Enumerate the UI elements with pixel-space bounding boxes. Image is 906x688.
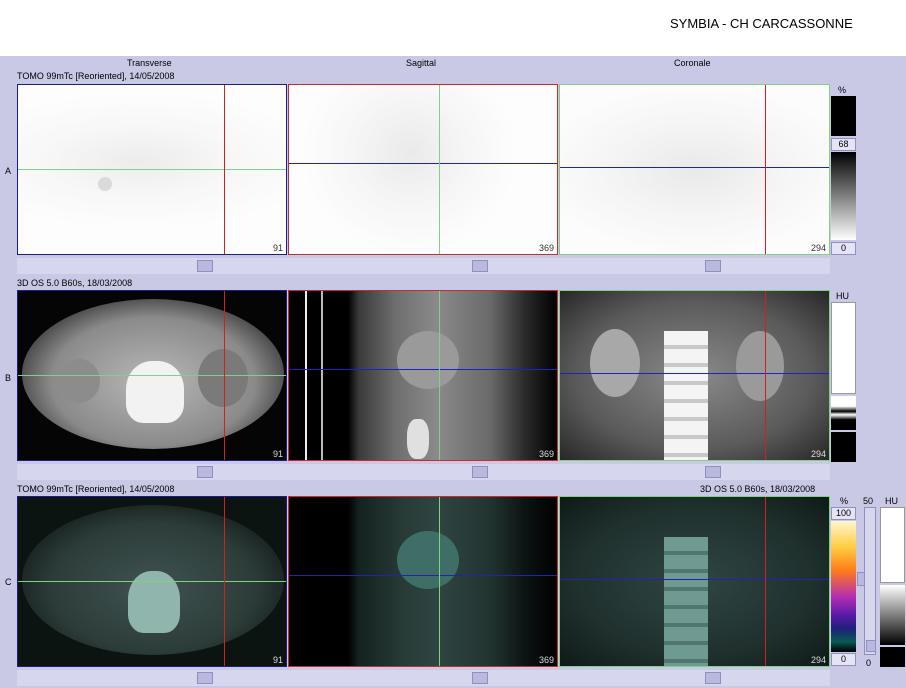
row-a-label: A [5,166,12,176]
slice-number: 91 [272,655,283,665]
row-c-label: C [5,577,12,587]
scale-b-window-handle[interactable] [831,396,856,430]
slice-slider-a-coronal[interactable] [705,260,721,272]
slice-number: 91 [272,243,283,253]
crosshair-vertical[interactable] [224,497,225,666]
crosshair-horizontal[interactable] [18,581,286,582]
table-line [321,291,323,460]
crosshair-horizontal[interactable] [289,163,557,164]
crosshair-vertical[interactable] [765,291,766,460]
slice-slider-c-coronal[interactable] [705,672,721,684]
view-label-coronal: Coronale [674,58,711,68]
slice-slider-a-sagittal[interactable] [472,260,488,272]
blend-value: 50 [863,496,874,506]
scale-c-unit: % [840,496,849,506]
scale-c-fusion-colormap [831,521,856,652]
crosshair-horizontal[interactable] [560,579,829,580]
scale-b-unit: HU [836,291,849,301]
table-line [305,291,307,460]
crosshair-horizontal[interactable] [18,375,286,376]
uptake-spot [98,177,112,191]
slice-number: 294 [810,655,826,665]
viewport-c-transverse[interactable]: 91 [17,496,287,667]
slice-slider-c-sagittal[interactable] [472,672,488,684]
kidney-right-coronal [590,329,640,397]
viewport-a-coronal[interactable]: 294 [559,84,830,255]
slice-number: 294 [810,243,826,253]
scale-c-max-box[interactable]: 100 [831,507,856,520]
kidney-left [198,349,248,407]
viewport-b-transverse[interactable]: 91 [17,290,287,461]
scale-c-unit2: HU [885,496,898,506]
viewport-c-coronal[interactable]: 294 [559,496,830,667]
slice-number: 369 [538,655,554,665]
row-c-series-label-nuc: TOMO 99mTc [Reoriented], 14/05/2008 [17,484,175,494]
scale-a-min-box[interactable]: 0 [831,242,856,255]
viewport-a-sagittal[interactable]: 369 [288,84,558,255]
scale-c-ct-black [880,647,905,667]
crosshair-vertical[interactable] [765,85,766,254]
vertebra [126,361,184,423]
crosshair-vertical[interactable] [439,497,440,666]
view-label-transverse: Transverse [127,58,172,68]
blend-min: 0 [866,658,872,668]
crosshair-horizontal[interactable] [18,169,286,170]
crosshair-vertical[interactable] [765,497,766,666]
crosshair-horizontal[interactable] [560,373,829,374]
spine-coronal [664,331,708,460]
view-label-sagittal: Sagittal [406,58,437,68]
scale-c-min-box[interactable]: 0 [831,653,856,666]
crosshair-vertical[interactable] [224,85,225,254]
slice-slider-b-coronal[interactable] [705,466,721,478]
scale-c-ct-gradient [880,585,905,645]
viewport-c-sagittal[interactable]: 369 [288,496,558,667]
slice-number: 294 [810,449,826,459]
bone-sagittal [407,419,429,459]
scale-b-white [831,302,856,394]
row-b-label: B [5,373,12,383]
scale-c-max: 100 [835,508,852,518]
slice-slider-b-sagittal[interactable] [472,466,488,478]
row-c-series-label-ct: 3D OS 5.0 B60s, 18/03/2008 [700,484,816,494]
crosshair-vertical[interactable] [439,85,440,254]
blend-slider-track[interactable] [864,507,876,655]
crosshair-horizontal[interactable] [289,369,557,370]
slice-slider-c-transverse[interactable] [197,672,213,684]
app-title: SYMBIA - CH CARCASSONNE [670,16,853,31]
row-a-series-label: TOMO 99mTc [Reoriented], 14/05/2008 [17,71,175,81]
scale-a-max: 68 [838,139,849,149]
scale-a-top-block [831,96,856,136]
scale-a-gradient [831,152,856,240]
kidney-sagittal [397,331,459,389]
slice-slider-b-transverse[interactable] [197,466,213,478]
scale-a-unit: % [838,85,847,95]
scale-c-min: 0 [840,654,846,664]
viewport-b-coronal[interactable]: 294 [559,290,830,461]
kidney-sagittal [397,531,459,589]
scale-a-max-box[interactable]: 68 [831,138,856,151]
spine-coronal [664,537,708,666]
crosshair-vertical[interactable] [439,291,440,460]
kidney-left-coronal [736,331,784,401]
crosshair-vertical[interactable] [224,291,225,460]
row-b-series-label: 3D OS 5.0 B60s, 18/03/2008 [17,278,133,288]
slice-number: 91 [272,449,283,459]
blend-slider-handle[interactable] [866,640,876,652]
slice-slider-a-transverse[interactable] [197,260,213,272]
slice-number: 369 [538,243,554,253]
scale-b-black [831,432,856,462]
scale-a-min: 0 [840,243,846,253]
app-header: SYMBIA - CH CARCASSONNE [0,0,906,56]
viewport-b-sagittal[interactable]: 369 [288,290,558,461]
scale-c-ct-white [880,507,905,583]
viewport-a-transverse[interactable]: 91 [17,84,287,255]
crosshair-horizontal[interactable] [560,167,829,168]
kidney-right [58,359,100,403]
crosshair-horizontal[interactable] [289,575,557,576]
slice-number: 369 [538,449,554,459]
